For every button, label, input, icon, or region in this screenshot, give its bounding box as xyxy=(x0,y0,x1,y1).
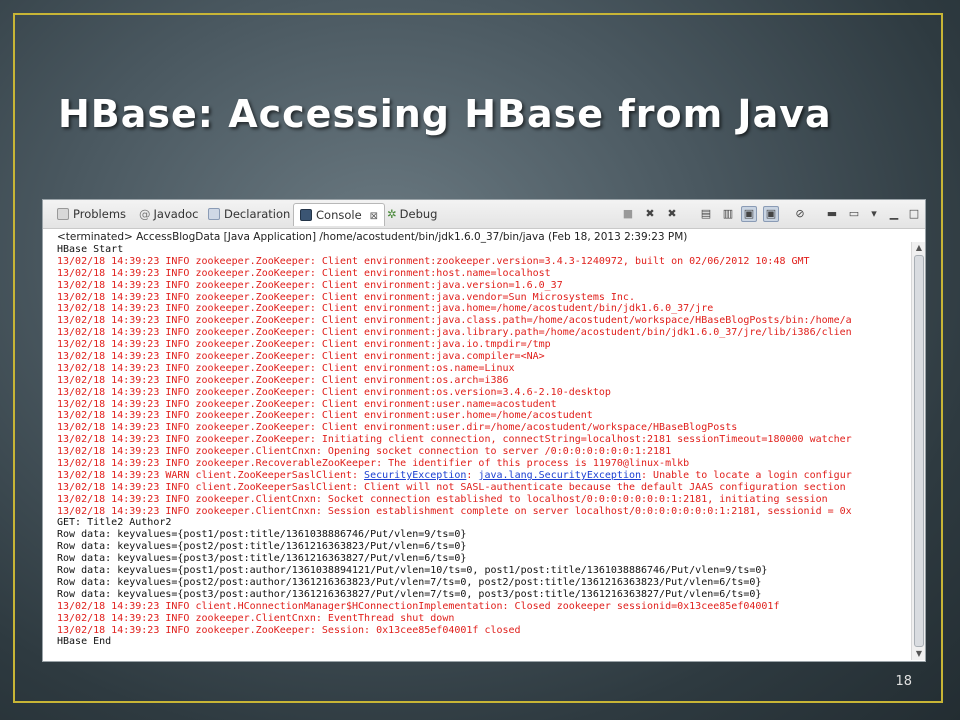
console-line-stderr: 13/02/18 14:39:23 INFO zookeeper.ZooKeep… xyxy=(57,339,551,351)
console-text: : Unable to locate a login configur xyxy=(641,469,852,481)
view-menu-icon[interactable]: ▾ xyxy=(867,207,881,221)
clear-console-icon[interactable]: ▤ xyxy=(699,207,713,221)
pin-console-icon[interactable]: ⊘ xyxy=(793,207,807,221)
tab-problems[interactable]: Problems xyxy=(57,206,126,222)
console-line-stdout: HBase End xyxy=(57,636,112,648)
console-output[interactable]: HBase Start 13/02/18 14:39:23 INFO zookee… xyxy=(57,244,911,660)
console-line-stderr: 13/02/18 14:39:23 INFO zookeeper.ZooKeep… xyxy=(57,327,852,339)
console-line-stderr: 13/02/18 14:39:23 INFO zookeeper.ZooKeep… xyxy=(57,279,563,291)
view-tab-bar: Problems @ Javadoc Declaration Console ⊠ ✲… xyxy=(43,200,925,229)
console-line-stderr: 13/02/18 14:39:23 INFO zookeeper.ZooKeep… xyxy=(57,291,635,303)
console-line-stderr: 13/02/18 14:39:23 INFO zookeeper.ClientC… xyxy=(57,612,455,624)
console-line-stdout: Row data: keyvalues={post3/post:author/1… xyxy=(57,588,762,600)
tab-label: Javadoc xyxy=(153,207,199,221)
console-line-stderr: 13/02/18 14:39:23 INFO zookeeper.ClientC… xyxy=(57,446,672,458)
console-line-stderr: 13/02/18 14:39:23 INFO zookeeper.ZooKeep… xyxy=(57,315,852,327)
tab-console[interactable]: Console ⊠ xyxy=(293,203,386,226)
minimize-icon[interactable]: ▁ xyxy=(887,207,901,221)
exception-link[interactable]: SecurityException xyxy=(364,470,466,481)
console-line-stderr: 13/02/18 14:39:23 INFO zookeeper.ZooKeep… xyxy=(57,434,852,446)
close-icon[interactable]: ⊠ xyxy=(370,211,378,222)
console-line-stdout: GET: Title2 Author2 xyxy=(57,517,172,529)
tab-label: Debug xyxy=(399,207,438,221)
console-line-stderr: 13/02/18 14:39:23 INFO client.ZooKeeperS… xyxy=(57,481,846,493)
tab-declaration[interactable]: Declaration xyxy=(208,206,290,222)
console-line-stderr: 13/02/18 14:39:23 INFO zookeeper.ClientC… xyxy=(57,493,828,505)
slide-title: HBase: Accessing HBase from Java xyxy=(58,92,832,136)
remove-launch-icon[interactable]: ✖ xyxy=(643,207,657,221)
show-stderr-icon[interactable]: ▣ xyxy=(763,206,779,222)
console-line-stdout: HBase Start xyxy=(57,244,124,255)
problems-icon xyxy=(57,208,69,220)
console-line-stderr: 13/02/18 14:39:23 INFO zookeeper.ZooKeep… xyxy=(57,255,810,267)
console-line-stderr: 13/02/18 14:39:23 INFO zookeeper.ZooKeep… xyxy=(57,624,521,636)
tab-label: Problems xyxy=(73,207,127,221)
console-line-stderr: 13/02/18 14:39:23 INFO zookeeper.ZooKeep… xyxy=(57,303,714,315)
console-line-stderr: 13/02/18 14:39:23 INFO zookeeper.ClientC… xyxy=(57,505,852,517)
console-line-stderr: 13/02/18 14:39:23 INFO client.HConnectio… xyxy=(57,600,780,612)
slide-number: 18 xyxy=(895,674,912,689)
console-line-stdout: Row data: keyvalues={post1/post:title/13… xyxy=(57,529,467,541)
tab-label: Declaration xyxy=(224,207,291,221)
console-line-stdout: Row data: keyvalues={post2/post:author/1… xyxy=(57,576,762,588)
exception-link[interactable]: java.lang.SecurityException xyxy=(478,470,641,481)
console-icon xyxy=(300,209,312,221)
console-line-stderr: 13/02/18 14:39:23 INFO zookeeper.ZooKeep… xyxy=(57,386,611,398)
launch-status-label: <terminated> AccessBlogData [Java Applic… xyxy=(57,231,688,243)
console-line-stderr: 13/02/18 14:39:23 INFO zookeeper.ZooKeep… xyxy=(57,267,551,279)
console-line-stderr: 13/02/18 14:39:23 INFO zookeeper.ZooKeep… xyxy=(57,422,738,434)
declaration-icon xyxy=(208,208,220,220)
scrollbar-thumb[interactable] xyxy=(914,255,924,647)
console-line-stderr: 13/02/18 14:39:23 INFO zookeeper.ZooKeep… xyxy=(57,398,557,410)
tab-label: Console xyxy=(316,208,362,222)
open-console-icon[interactable]: ▭ xyxy=(847,207,861,221)
console-line-stderr: 13/02/18 14:39:23 WARN client.ZooKeeperS… xyxy=(57,470,911,482)
console-line-stderr: 13/02/18 14:39:23 INFO zookeeper.ZooKeep… xyxy=(57,410,593,422)
console-text: : xyxy=(466,469,479,481)
eclipse-console-view: Problems @ Javadoc Declaration Console ⊠ ✲… xyxy=(42,199,926,662)
console-line-stderr: 13/02/18 14:39:23 INFO zookeeper.ZooKeep… xyxy=(57,374,509,386)
debug-icon: ✲ xyxy=(387,207,397,221)
console-text: 13/02/18 14:39:23 WARN client.ZooKeeperS… xyxy=(57,469,365,481)
scroll-lock-icon[interactable]: ▥ xyxy=(721,207,735,221)
console-line-stderr: 13/02/18 14:39:23 INFO zookeeper.ZooKeep… xyxy=(57,362,515,374)
tab-javadoc[interactable]: @ Javadoc xyxy=(139,206,198,222)
console-line-stdout: Row data: keyvalues={post1/post:author/1… xyxy=(57,565,768,577)
vertical-scrollbar[interactable]: ▲ ▼ xyxy=(911,242,925,660)
tab-debug[interactable]: ✲ Debug xyxy=(387,206,437,222)
at-icon: @ xyxy=(139,207,151,221)
maximize-icon[interactable]: □ xyxy=(907,207,921,221)
console-line-stdout: Row data: keyvalues={post3/post:title/13… xyxy=(57,553,467,565)
scroll-down-icon[interactable]: ▼ xyxy=(912,648,925,660)
terminate-icon[interactable]: ■ xyxy=(621,207,635,221)
remove-all-terminated-icon[interactable]: ✖ xyxy=(665,207,679,221)
scroll-up-icon[interactable]: ▲ xyxy=(912,242,925,254)
show-stdout-icon[interactable]: ▣ xyxy=(741,206,757,222)
console-line-stderr: 13/02/18 14:39:23 INFO zookeeper.Recover… xyxy=(57,458,690,470)
display-selected-console-icon[interactable]: ▬ xyxy=(825,207,839,221)
console-line-stderr: 13/02/18 14:39:23 INFO zookeeper.ZooKeep… xyxy=(57,351,545,363)
console-line-stdout: Row data: keyvalues={post2/post:title/13… xyxy=(57,541,467,553)
